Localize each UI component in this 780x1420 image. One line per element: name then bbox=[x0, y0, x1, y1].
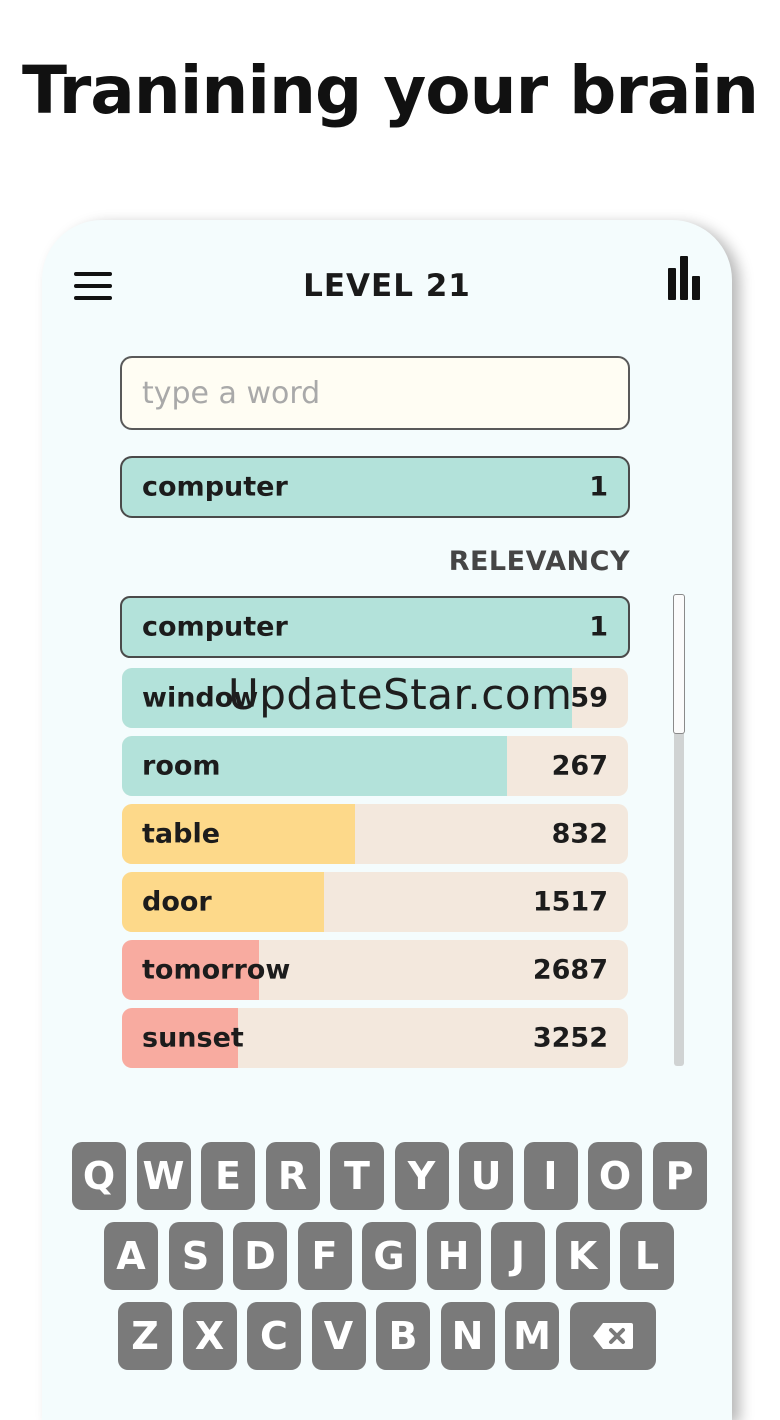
keyboard-row-3: ZXCVBNM bbox=[42, 1302, 732, 1372]
guess-row: table 832 bbox=[122, 804, 628, 864]
stats-icon[interactable] bbox=[666, 256, 706, 300]
key-m[interactable]: M bbox=[505, 1302, 559, 1370]
guess-row: tomorrow 2687 bbox=[122, 940, 628, 1000]
guess-row: sunset 3252 bbox=[122, 1008, 628, 1068]
guess-rank: 2687 bbox=[532, 954, 608, 986]
key-k[interactable]: K bbox=[555, 1222, 610, 1290]
guess-rank: 1 bbox=[589, 611, 608, 643]
watermark-text: UpdateStar.com bbox=[228, 670, 573, 719]
guess-word: room bbox=[142, 750, 221, 782]
key-n[interactable]: N bbox=[440, 1302, 495, 1370]
key-y[interactable]: Y bbox=[394, 1142, 449, 1210]
current-guess-word: computer bbox=[142, 471, 288, 503]
guess-row: door 1517 bbox=[122, 872, 628, 932]
level-title: LEVEL 21 bbox=[303, 268, 471, 304]
key-o[interactable]: O bbox=[588, 1142, 642, 1210]
guess-word: door bbox=[142, 886, 212, 918]
guess-rank: 3252 bbox=[532, 1022, 608, 1054]
key-z[interactable]: Z bbox=[118, 1302, 172, 1370]
key-h[interactable]: H bbox=[426, 1222, 481, 1290]
guess-word: computer bbox=[142, 611, 288, 643]
keyboard-row-2: ASDFGHJKL bbox=[42, 1222, 732, 1292]
current-guess-row: computer 1 bbox=[120, 456, 630, 518]
headline: Tranining your brain bbox=[21, 52, 759, 129]
key-e[interactable]: E bbox=[201, 1142, 255, 1210]
guess-rank: 267 bbox=[551, 750, 608, 782]
guess-list: computer 1 window 59 room 267 table 832 door 1517… bbox=[120, 596, 632, 1076]
key-u[interactable]: U bbox=[459, 1142, 513, 1210]
key-t[interactable]: T bbox=[330, 1142, 384, 1210]
scrollbar-thumb[interactable] bbox=[673, 594, 685, 734]
key-d[interactable]: D bbox=[233, 1222, 287, 1290]
word-input[interactable] bbox=[120, 356, 630, 430]
key-a[interactable]: A bbox=[104, 1222, 158, 1290]
relevancy-sort-label[interactable]: RELEVANCY bbox=[449, 546, 630, 577]
key-x[interactable]: X bbox=[182, 1302, 237, 1370]
current-guess-rank: 1 bbox=[589, 471, 608, 503]
key-l[interactable]: L bbox=[620, 1222, 674, 1290]
guess-rank: 1517 bbox=[532, 886, 608, 918]
backspace-icon bbox=[592, 1323, 633, 1349]
phone-screen: LEVEL 21 computer 1 RELEVANCY computer1w… bbox=[42, 220, 732, 1420]
guess-word: sunset bbox=[142, 1022, 244, 1054]
key-w[interactable]: W bbox=[136, 1142, 191, 1210]
guess-rank: 832 bbox=[551, 818, 608, 850]
key-v[interactable]: V bbox=[311, 1302, 366, 1370]
key-c[interactable]: C bbox=[247, 1302, 301, 1370]
backspace-key[interactable] bbox=[569, 1302, 656, 1370]
guess-word: tomorrow bbox=[142, 954, 291, 986]
key-r[interactable]: R bbox=[265, 1142, 320, 1210]
guess-rank: 59 bbox=[570, 682, 608, 714]
guess-row: computer 1 bbox=[120, 596, 630, 658]
keyboard-row-1: QWERTYUIOP bbox=[42, 1142, 732, 1212]
key-p[interactable]: P bbox=[652, 1142, 707, 1210]
key-s[interactable]: S bbox=[168, 1222, 223, 1290]
key-i[interactable]: I bbox=[523, 1142, 578, 1210]
guess-list-scrollbar[interactable] bbox=[673, 594, 685, 1066]
guess-word: table bbox=[142, 818, 221, 850]
key-b[interactable]: B bbox=[376, 1302, 430, 1370]
key-j[interactable]: J bbox=[491, 1222, 545, 1290]
key-q[interactable]: Q bbox=[72, 1142, 126, 1210]
guess-row: room 267 bbox=[122, 736, 628, 796]
key-g[interactable]: G bbox=[362, 1222, 416, 1290]
key-f[interactable]: F bbox=[297, 1222, 352, 1290]
